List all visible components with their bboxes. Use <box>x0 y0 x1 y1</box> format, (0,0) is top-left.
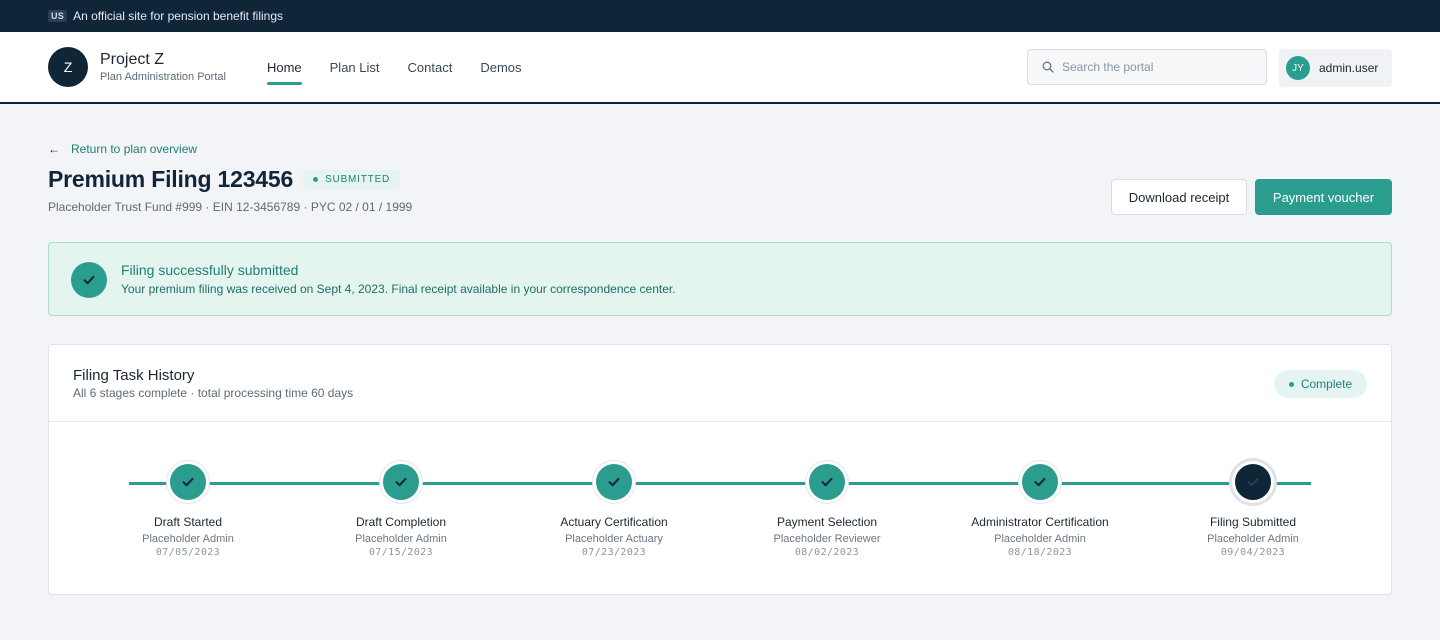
check-icon <box>167 461 209 503</box>
check-circle-icon <box>71 262 107 298</box>
filing-meta: Placeholder Trust Fund #999 · EIN 12-345… <box>48 200 413 214</box>
step-person: Placeholder Admin <box>994 533 1086 545</box>
step-actuary-certification: Actuary Certification Placeholder Actuar… <box>514 461 714 558</box>
step-label: Payment Selection <box>776 515 878 529</box>
step-label: Actuary Certification <box>560 515 668 529</box>
user-name: admin.user <box>1319 61 1379 75</box>
step-label: Filing Submitted <box>1209 515 1297 529</box>
avatar: JY <box>1286 56 1310 80</box>
official-site-banner: US An official site for pension benefit … <box>0 0 1440 32</box>
status-badge: SUBMITTED <box>303 170 401 189</box>
step-filing-submitted: Filing Submitted Placeholder Admin 09/04… <box>1153 461 1353 558</box>
task-history-card: Filing Task History All 6 stages complet… <box>48 344 1392 595</box>
check-icon <box>593 461 635 503</box>
step-person: Placeholder Admin <box>1207 533 1299 545</box>
back-link[interactable]: ← Return to plan overview <box>48 142 197 156</box>
alert-title: Filing successfully submitted <box>121 262 299 278</box>
search-input[interactable] <box>1062 60 1252 74</box>
nav-item-demos[interactable]: Demos <box>480 56 521 79</box>
status-dot <box>313 177 319 182</box>
nav-item-contact[interactable]: Contact <box>408 56 453 79</box>
check-icon <box>1019 461 1061 503</box>
check-icon <box>1232 461 1274 503</box>
step-date: 07/05/2023 <box>155 547 221 558</box>
step-draft-completion: Draft Completion Placeholder Admin 07/15… <box>301 461 501 558</box>
step-person: Placeholder Admin <box>142 533 234 545</box>
step-label: Administrator Certification <box>971 515 1109 529</box>
nav-item-home[interactable]: Home <box>266 56 302 85</box>
success-alert: Filing successfully submitted Your premi… <box>48 242 1392 316</box>
step-administrator-certification: Administrator Certification Placeholder … <box>940 461 1140 558</box>
step-date: 07/23/2023 <box>581 547 647 558</box>
back-link-label: Return to plan overview <box>71 142 198 156</box>
step-draft-started: Draft Started Placeholder Admin 07/05/20… <box>88 461 288 558</box>
complete-badge-label: Complete <box>1300 377 1353 391</box>
card-subtitle: All 6 stages complete · total processing… <box>73 386 354 400</box>
step-payment-selection: Payment Selection Placeholder Reviewer 0… <box>727 461 927 558</box>
divider <box>49 421 1391 422</box>
official-site-text: An official site for pension benefit fil… <box>73 9 284 23</box>
step-label: Draft Completion <box>355 515 447 529</box>
step-date: 09/04/2023 <box>1220 547 1286 558</box>
step-date: 08/02/2023 <box>794 547 860 558</box>
step-label: Draft Started <box>153 515 223 529</box>
check-icon <box>806 461 848 503</box>
brand-logo[interactable]: Z <box>48 47 88 87</box>
user-menu-button[interactable]: JY admin.user <box>1279 49 1392 87</box>
arrow-left-icon: ← <box>48 142 60 156</box>
page-title: Premium Filing 123456 <box>48 166 294 192</box>
search-box[interactable] <box>1027 49 1267 85</box>
step-person: Placeholder Actuary <box>565 533 663 545</box>
step-date: 08/18/2023 <box>1007 547 1073 558</box>
complete-badge: Complete <box>1274 370 1367 398</box>
brand-name[interactable]: Project Z <box>100 51 226 69</box>
brand-block: Project Z Plan Administration Portal <box>100 51 226 83</box>
title-row: Premium Filing 123456 SUBMITTED <box>48 166 401 193</box>
step-person: Placeholder Reviewer <box>773 533 881 545</box>
check-icon <box>380 461 422 503</box>
alert-body: Your premium filing was received on Sept… <box>121 282 676 296</box>
payment-voucher-button[interactable]: Payment voucher <box>1255 179 1392 215</box>
us-flag-badge: US <box>48 10 68 22</box>
card-title: Filing Task History <box>73 367 195 384</box>
complete-dot <box>1288 381 1294 387</box>
download-receipt-button[interactable]: Download receipt <box>1111 179 1247 215</box>
step-date: 07/15/2023 <box>368 547 434 558</box>
nav-item-plan-list[interactable]: Plan List <box>330 56 380 79</box>
step-person: Placeholder Admin <box>355 533 447 545</box>
site-header: Z Project Z Plan Administration Portal H… <box>0 32 1440 104</box>
search-icon <box>1042 61 1054 73</box>
status-badge-label: SUBMITTED <box>325 174 391 185</box>
main-nav: Home Plan List Contact Demos <box>266 32 550 102</box>
brand-subtitle: Plan Administration Portal <box>100 71 226 83</box>
